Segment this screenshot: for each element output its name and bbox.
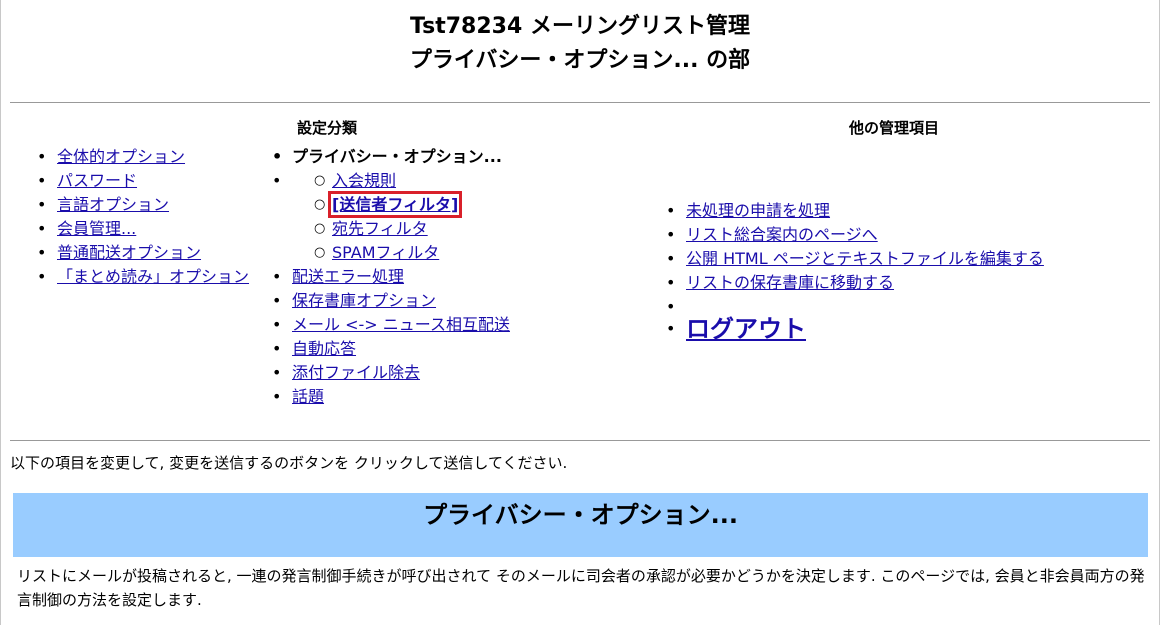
list-item: 公開 HTML ページとテキストファイルを編集する bbox=[660, 247, 1044, 271]
list-item: 話題 bbox=[266, 385, 510, 409]
list-item: 添付ファイル除去 bbox=[266, 361, 510, 385]
list-item: ログアウト bbox=[660, 311, 1044, 347]
subcategory-container: 入会規則 [送信者フィルタ] 宛先フィルタ SPAMフィルタ bbox=[266, 169, 510, 265]
page-title: Tst78234 メーリングリスト管理 プライバシー・オプション... の部 bbox=[1, 0, 1159, 78]
top-divider bbox=[10, 102, 1150, 103]
list-item: 会員管理... bbox=[31, 217, 249, 241]
list-item: 「まとめ読み」オプション bbox=[31, 265, 249, 289]
subcategory-link-recipient-filter[interactable]: 宛先フィルタ bbox=[332, 219, 428, 238]
list-item: 配送エラー処理 bbox=[266, 265, 510, 289]
category-link-password[interactable]: パスワード bbox=[57, 171, 137, 190]
list-spacer bbox=[660, 295, 1044, 319]
subcategory-link-sender-filter[interactable]: [送信者フィルタ] bbox=[327, 191, 463, 218]
subcategory-link-membership-rules[interactable]: 入会規則 bbox=[332, 171, 396, 190]
list-item: パスワード bbox=[31, 169, 249, 193]
category-link-nondigest[interactable]: 普通配送オプション bbox=[57, 243, 201, 262]
list-item: 宛先フィルタ bbox=[306, 217, 510, 241]
list-item: メール <-> ニュース相互配送 bbox=[266, 313, 510, 337]
admin-link-archive[interactable]: リストの保存書庫に移動する bbox=[686, 273, 894, 292]
list-item: リストの保存書庫に移動する bbox=[660, 271, 1044, 295]
list-item: 保存書庫オプション bbox=[266, 289, 510, 313]
bottom-divider bbox=[10, 440, 1150, 441]
current-category: プライバシー・オプション... bbox=[266, 145, 510, 169]
admin-link-edit-html[interactable]: 公開 HTML ページとテキストファイルを編集する bbox=[686, 249, 1044, 268]
list-item: [送信者フィルタ] bbox=[306, 191, 510, 218]
category-link-digest[interactable]: 「まとめ読み」オプション bbox=[57, 267, 249, 286]
list-item: SPAMフィルタ bbox=[306, 241, 510, 265]
categories-heading: 設定分類 bbox=[297, 119, 358, 137]
list-item: リスト総合案内のページへ bbox=[660, 223, 1044, 247]
category-link-members[interactable]: 会員管理... bbox=[57, 219, 136, 238]
subcategory-list: 入会規則 [送信者フィルタ] 宛先フィルタ SPAMフィルタ bbox=[306, 169, 510, 265]
admin-link-listinfo[interactable]: リスト総合案内のページへ bbox=[686, 225, 878, 244]
section-banner: プライバシー・オプション... bbox=[13, 493, 1148, 557]
subcategory-link-spam-filter[interactable]: SPAMフィルタ bbox=[332, 243, 439, 262]
other-admin-list: 未処理の申請を処理 リスト総合案内のページへ 公開 HTML ページとテキストフ… bbox=[660, 199, 1044, 347]
current-category-label: プライバシー・オプション... bbox=[292, 147, 502, 166]
list-item: 全体的オプション bbox=[31, 145, 249, 169]
list-item: 自動応答 bbox=[266, 337, 510, 361]
title-line-2: プライバシー・オプション... の部 bbox=[409, 48, 751, 73]
title-line-1: Tst78234 メーリングリスト管理 bbox=[410, 14, 750, 39]
list-item: 普通配送オプション bbox=[31, 241, 249, 265]
category-link-content-filter[interactable]: 添付ファイル除去 bbox=[292, 363, 420, 382]
section-description: リストにメールが投稿されると, 一連の発言制御手続きが呼び出されて そのメールに… bbox=[17, 567, 1145, 609]
list-item: 入会規則 bbox=[306, 169, 510, 193]
category-link-topics[interactable]: 話題 bbox=[292, 387, 324, 406]
logout-link[interactable]: ログアウト bbox=[686, 315, 806, 343]
category-list-left: 全体的オプション パスワード 言語オプション 会員管理... 普通配送オプション… bbox=[31, 145, 249, 289]
category-link-language[interactable]: 言語オプション bbox=[57, 195, 169, 214]
list-item: 言語オプション bbox=[31, 193, 249, 217]
category-link-general[interactable]: 全体的オプション bbox=[57, 147, 185, 166]
category-link-autoreply[interactable]: 自動応答 bbox=[292, 339, 356, 358]
category-link-gateway[interactable]: メール <-> ニュース相互配送 bbox=[292, 315, 510, 334]
category-link-archive[interactable]: 保存書庫オプション bbox=[292, 291, 436, 310]
list-item: 未処理の申請を処理 bbox=[660, 199, 1044, 223]
category-list-right: プライバシー・オプション... 入会規則 [送信者フィルタ] 宛先フィルタ SP… bbox=[266, 145, 510, 409]
section-title: プライバシー・オプション... bbox=[423, 501, 738, 529]
other-admin-heading: 他の管理項目 bbox=[849, 119, 940, 137]
admin-link-pending-requests[interactable]: 未処理の申請を処理 bbox=[686, 201, 830, 220]
category-link-bounce[interactable]: 配送エラー処理 bbox=[292, 267, 404, 286]
instruction-text: 以下の項目を変更して, 変更を送信するのボタンを クリックして送信してください. bbox=[10, 454, 568, 472]
